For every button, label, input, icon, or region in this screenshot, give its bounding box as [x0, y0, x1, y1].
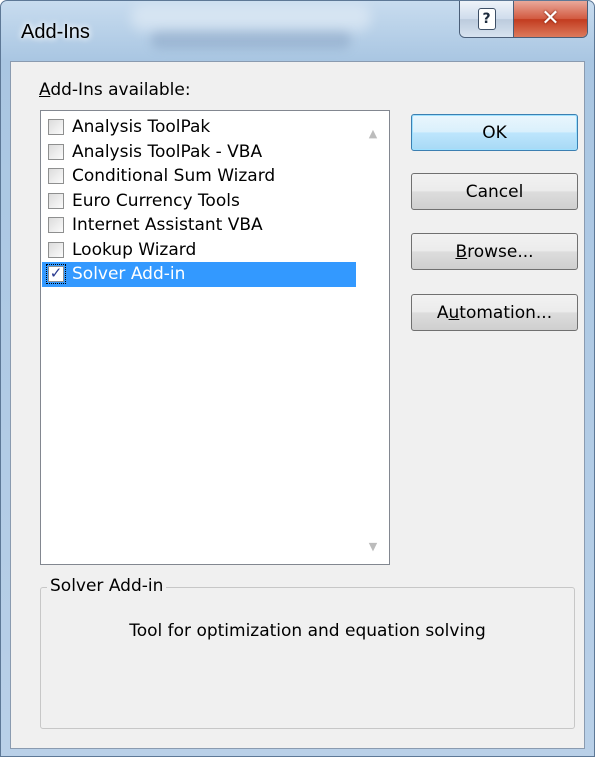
automation-label-rest: tomation... — [459, 302, 553, 323]
checkbox[interactable] — [48, 168, 64, 185]
list-item[interactable]: Lookup Wizard — [42, 238, 356, 263]
title-bar-glass-shadow — [151, 31, 351, 49]
add-ins-available-label: Add-Ins available: — [39, 80, 191, 100]
list-item[interactable]: Euro Currency Tools — [42, 189, 356, 214]
checkbox[interactable] — [48, 119, 64, 136]
list-item[interactable]: Analysis ToolPak — [42, 115, 356, 140]
window-title: Add-Ins — [21, 21, 90, 43]
browse-button[interactable]: Browse... — [411, 233, 578, 270]
label-text: dd-Ins available: — [50, 80, 191, 100]
list-item-label: Lookup Wizard — [72, 239, 197, 260]
label-accelerator: A — [39, 80, 51, 100]
add-ins-list: Analysis ToolPak Analysis ToolPak - VBA Co… — [42, 115, 356, 287]
checkbox[interactable] — [48, 217, 64, 234]
browse-label: rowse... — [467, 241, 534, 262]
title-bar[interactable]: Add-Ins ? ✕ — [1, 1, 594, 61]
checkbox[interactable] — [48, 241, 64, 258]
close-button[interactable]: ✕ — [514, 1, 587, 37]
list-item-label: Internet Assistant VBA — [72, 215, 263, 236]
list-item-label: Solver Add-in — [72, 264, 186, 285]
checkbox[interactable] — [48, 192, 64, 209]
description-groupbox: Solver Add-in Tool for optimization and … — [40, 576, 575, 729]
list-item[interactable]: ✓ Solver Add-in — [42, 262, 356, 287]
automation-label-start: A — [436, 302, 449, 323]
browse-accelerator: B — [455, 241, 468, 262]
list-item[interactable]: Analysis ToolPak - VBA — [42, 140, 356, 165]
list-item[interactable]: Conditional Sum Wizard — [42, 164, 356, 189]
checkmark-icon: ✓ — [49, 264, 63, 283]
scroll-up-arrow-icon[interactable]: ▲ — [358, 118, 388, 148]
list-item-label: Conditional Sum Wizard — [72, 166, 276, 187]
automation-button[interactable]: Au tomation... — [411, 294, 578, 331]
scroll-down-arrow-icon[interactable]: ▼ — [358, 531, 388, 561]
close-icon: ✕ — [541, 6, 560, 31]
dialog-body: Add-Ins available: Analysis ToolPak Analy… — [10, 61, 585, 749]
add-ins-listbox[interactable]: Analysis ToolPak Analysis ToolPak - VBA Co… — [40, 110, 390, 565]
caption-buttons: ? ✕ — [459, 1, 588, 38]
selected-addin-title: Solver Add-in — [47, 576, 167, 596]
help-icon: ? — [477, 8, 496, 30]
list-item-label: Euro Currency Tools — [72, 190, 240, 211]
list-item[interactable]: Internet Assistant VBA — [42, 213, 356, 238]
automation-accelerator: u — [448, 302, 460, 323]
cancel-button[interactable]: Cancel — [411, 173, 578, 210]
selected-addin-description: Tool for optimization and equation solvi… — [129, 621, 486, 641]
help-button[interactable]: ? — [460, 1, 514, 37]
list-item-label: Analysis ToolPak — [72, 117, 211, 138]
title-bar-glass — [131, 5, 371, 31]
checkbox[interactable] — [48, 143, 64, 160]
add-ins-dialog: Add-Ins ? ✕ Add-Ins available: Analysis … — [0, 0, 595, 757]
checkbox-checked[interactable]: ✓ — [46, 264, 66, 285]
ok-button[interactable]: OK — [411, 114, 578, 151]
list-item-label: Analysis ToolPak - VBA — [72, 141, 263, 162]
vertical-scrollbar[interactable]: ▲ ▼ — [358, 112, 388, 563]
